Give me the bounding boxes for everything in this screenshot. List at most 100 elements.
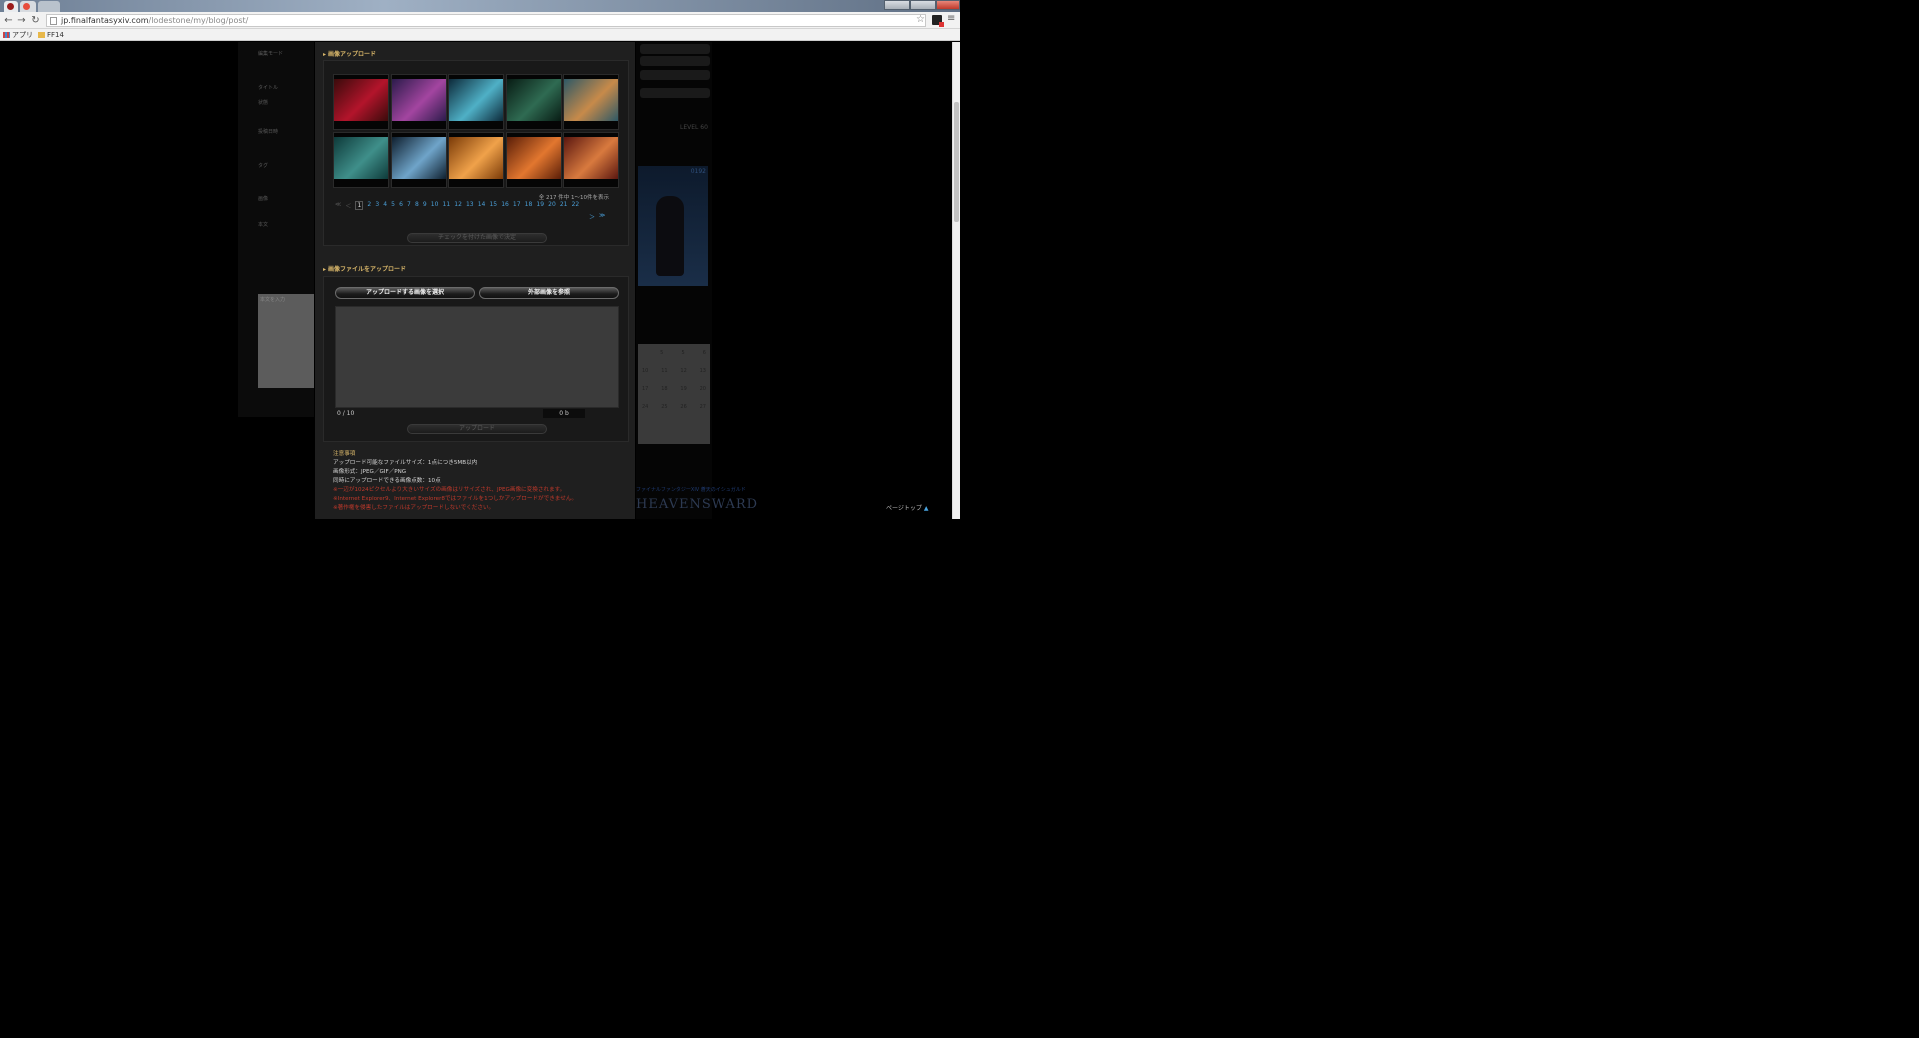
upload-button[interactable]: アップロード — [407, 424, 547, 434]
page-number-link[interactable]: 5 — [391, 201, 395, 210]
page-number-link[interactable]: 21 — [560, 201, 568, 210]
note-line: 画像形式：JPEG／GIF／PNG — [333, 469, 407, 475]
form-label: 画像 — [258, 196, 269, 202]
calendar-day[interactable]: 19 — [680, 386, 686, 392]
back-arrow-icon[interactable]: ← — [3, 15, 14, 26]
page-number-link[interactable]: 16 — [501, 201, 509, 210]
maximize-button[interactable] — [910, 0, 936, 10]
pagination: ≪ ＜ 1 2 3 4 5 6 7 8 9 10 11 12 13 14 15 16 17 18 19 20 21 22 — [335, 201, 625, 210]
calendar-day[interactable]: 20 — [700, 386, 706, 392]
thumbnail-image — [564, 137, 618, 179]
file-size: 0 b — [543, 409, 585, 418]
calendar-day[interactable]: 27 — [700, 404, 706, 410]
minimize-button[interactable] — [884, 0, 910, 10]
page-number-link[interactable]: 9 — [423, 201, 427, 210]
page-number-link[interactable]: 4 — [383, 201, 387, 210]
page-top-label: ページトップ — [886, 505, 922, 512]
calendar-day[interactable]: 11 — [661, 368, 667, 374]
extension-icon[interactable] — [932, 15, 944, 27]
page-number-link[interactable]: 1 — [355, 201, 364, 210]
note-line: 同時にアップロードできる画像点数：10点 — [333, 478, 441, 484]
image-thumbnail[interactable] — [333, 132, 389, 188]
page-number-link[interactable]: 20 — [548, 201, 556, 210]
page-number-link[interactable]: 18 — [525, 201, 533, 210]
calendar-row: 10 11 12 13 — [638, 362, 710, 380]
upload-notes: 注意事項 アップロード可能なファイルサイズ：1点につき5MB以内 画像形式：JPE… — [333, 450, 633, 513]
scrollbar-thumb[interactable] — [954, 102, 959, 222]
select-image-button[interactable]: アップロードする画像を選択 — [335, 287, 475, 299]
page-number-link[interactable]: 15 — [489, 201, 497, 210]
page-number-link[interactable]: 2 — [367, 201, 371, 210]
image-upload-modal: ▸ 画像アップロード 全 217 件中 1〜10件を表示 ≪ ＜ 1 2 3 4 5 6 7 8 9 1… — [314, 42, 636, 519]
bookmark-star-icon[interactable]: ☆ — [916, 14, 925, 25]
new-tab-button[interactable] — [38, 1, 60, 12]
page-number-link[interactable]: 11 — [443, 201, 451, 210]
page-number-link[interactable]: 17 — [513, 201, 521, 210]
reload-icon[interactable]: ↻ — [30, 15, 41, 26]
decide-checked-images-button[interactable]: チェックを付けた画像で決定 — [407, 233, 547, 243]
calendar-day[interactable]: 24 — [642, 404, 648, 410]
page-top-icon: ▲ — [923, 505, 929, 512]
calendar-day[interactable]: 10 — [642, 368, 648, 374]
calendar-day[interactable]: 6 — [703, 350, 706, 356]
page-number-link[interactable]: 19 — [536, 201, 544, 210]
image-thumbnail[interactable] — [390, 132, 447, 188]
page-number-link[interactable]: 22 — [572, 201, 580, 210]
calendar-day[interactable]: 26 — [680, 404, 686, 410]
bookmark-ff14[interactable]: FF14 — [38, 29, 64, 41]
page-number-link[interactable]: 14 — [478, 201, 486, 210]
calendar-row: 17 18 19 20 — [638, 380, 710, 398]
calendar-day[interactable]: 5 — [660, 350, 663, 356]
page-number-link[interactable]: 10 — [431, 201, 439, 210]
calendar-day[interactable]: 12 — [680, 368, 686, 374]
image-thumbnail[interactable] — [448, 132, 504, 188]
file-upload-heading: ▸ 画像ファイルをアップロード — [323, 264, 406, 273]
apps-grid-icon — [3, 32, 10, 38]
page-number-link[interactable]: 8 — [415, 201, 419, 210]
calendar-day[interactable]: 18 — [661, 386, 667, 392]
page-number-link[interactable]: 3 — [375, 201, 379, 210]
bookmark-ff14-label: FF14 — [47, 31, 64, 39]
menu-icon[interactable]: ≡ — [947, 13, 955, 24]
address-bar[interactable]: jp.finalfantasyxiv.com/lodestone/my/blog… — [46, 14, 926, 27]
forward-arrow-icon[interactable]: → — [16, 15, 27, 26]
page-scrollbar[interactable] — [952, 42, 960, 519]
thumbnail-image — [506, 137, 561, 179]
screen: ← → ↻ jp.finalfantasyxiv.com/lodestone/m… — [0, 0, 1919, 1038]
last-page-button[interactable]: ≫ — [599, 212, 605, 221]
prev-page-button[interactable]: ＜ — [345, 201, 351, 210]
sidebar-bar-2 — [640, 56, 710, 66]
image-thumbnail[interactable] — [333, 74, 389, 130]
image-thumbnail[interactable] — [448, 74, 504, 130]
tab-favicon-icon — [7, 3, 14, 10]
page-number-link[interactable]: 6 — [399, 201, 403, 210]
calendar-day[interactable]: 25 — [661, 404, 667, 410]
image-thumbnail[interactable] — [563, 74, 619, 130]
tab-lodestone[interactable] — [4, 1, 18, 12]
image-thumbnail[interactable] — [390, 74, 447, 130]
window-controls — [884, 0, 960, 10]
external-image-button[interactable]: 外部画像を参照 — [479, 287, 619, 299]
image-thumbnail[interactable] — [505, 132, 562, 188]
first-page-button[interactable]: ≪ — [335, 201, 341, 210]
tab-favicon-icon — [23, 3, 30, 10]
bookmark-apps[interactable]: アプリ — [3, 29, 33, 41]
page-number-link[interactable]: 7 — [407, 201, 411, 210]
image-thumbnail[interactable] — [505, 74, 562, 130]
note-line: ※一辺が1024ピクセルより大きいサイズの画像はリサイズされ、JPEG画像に変換… — [333, 487, 566, 493]
calendar-day[interactable]: 13 — [700, 368, 706, 374]
tab-second[interactable] — [20, 1, 36, 12]
page-top-link[interactable]: ページトップ ▲ — [886, 503, 928, 512]
page-number-link[interactable]: 13 — [466, 201, 474, 210]
image-thumbnail[interactable] — [563, 132, 619, 188]
brand-logo: HEAVENSWARD — [636, 497, 759, 512]
next-page-button[interactable]: ＞ — [589, 212, 595, 221]
calendar-day[interactable]: 5 — [681, 350, 684, 356]
file-count: 0 / 10 — [337, 410, 355, 417]
file-drop-area[interactable] — [335, 306, 619, 408]
page-number-link[interactable]: 12 — [454, 201, 462, 210]
close-button[interactable] — [936, 0, 960, 10]
thumbnail-image — [334, 137, 388, 179]
calendar-day[interactable]: 17 — [642, 386, 648, 392]
form-label: タイトル — [258, 85, 279, 91]
